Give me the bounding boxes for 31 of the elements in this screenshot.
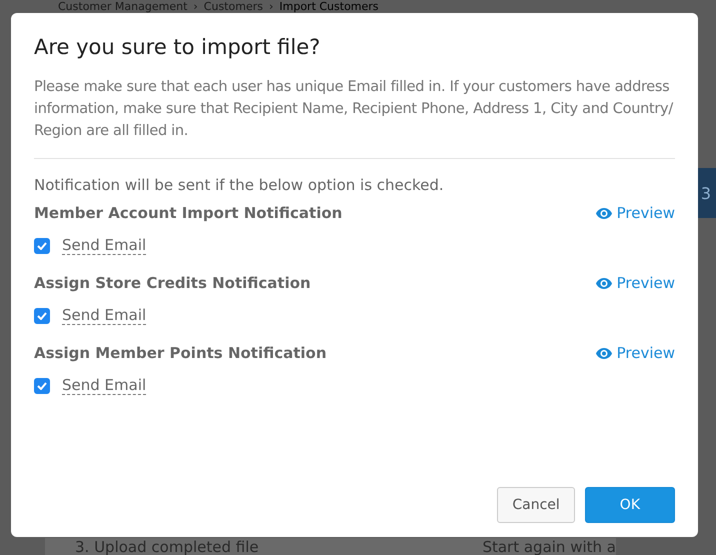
preview-link[interactable]: Preview [596,204,675,222]
breadcrumb-separator: › [268,0,274,12]
preview-link[interactable]: Preview [596,274,675,292]
cancel-button[interactable]: Cancel [497,487,575,523]
send-email-label[interactable]: Send Email [62,306,146,325]
send-email-label[interactable]: Send Email [62,236,146,255]
checkmark-icon [37,382,47,390]
checkbox[interactable] [34,238,50,254]
preview-link[interactable]: Preview [596,344,675,362]
checkbox[interactable] [34,378,50,394]
checkmark-icon [37,312,47,320]
breadcrumb-item[interactable]: Customers [204,0,263,12]
ok-button[interactable]: OK [584,487,675,523]
breadcrumb-item[interactable]: Customer Management [58,0,188,12]
eye-icon [596,348,612,358]
send-email-label[interactable]: Send Email [62,376,146,395]
checkmark-icon [37,242,47,250]
notification-title: Assign Member Points Notification [34,344,327,362]
notification-title: Member Account Import Notification [34,204,342,222]
notification-note: Notification will be sent if the below option is checked. [34,176,445,194]
eye-icon [596,278,612,288]
step-label: 3. Upload completed file [75,538,259,555]
restart-text: Start again with a [482,538,616,555]
breadcrumb-item[interactable]: Import Customers [279,0,379,12]
breadcrumb-separator: › [193,0,198,12]
checkbox[interactable] [34,308,50,324]
dialog-title: Are you sure to import file? [34,35,322,59]
step-tab[interactable]: 3 [696,168,716,218]
notification-title: Assign Store Credits Notification [34,274,311,292]
dialog-description: Please make sure that each user has unique Email filled in. If your customers have address information, make sure that Recipient Name, Recipient Phone, Address 1, City and Country/ Region are all filled in. [34,76,675,159]
eye-icon [596,208,612,218]
